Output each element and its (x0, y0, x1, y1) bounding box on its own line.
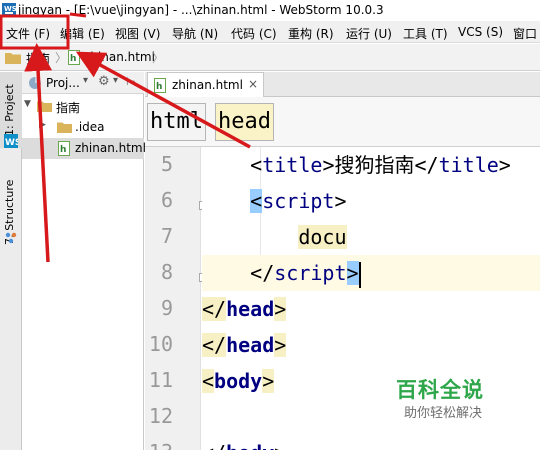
breadcrumb-separator: 〉 (152, 51, 165, 65)
line-number: 8 (160, 260, 173, 284)
code-line-13: </body> (202, 435, 540, 450)
svg-text:h: h (60, 145, 66, 155)
project-toolbar: Proj... ▾ ⚙ ▾ ⊢ (22, 72, 144, 94)
tree-item-html-file[interactable]: h zhinan.html (22, 138, 146, 159)
code-line-9: </head> (202, 297, 287, 321)
menu-window[interactable]: 窗口 (513, 25, 537, 42)
menu-navigate[interactable]: 导航 (N) (172, 25, 218, 42)
menu-file[interactable]: 文件 (F) (6, 25, 50, 42)
menu-bar: 文件 (F) 编辑 (E) 视图 (V) 导航 (N) 代码 (C) 重构 (R… (0, 21, 540, 43)
breadcrumb-folder[interactable]: 指南 (26, 50, 50, 67)
tree-item-idea-folder[interactable]: ▶ .idea (22, 117, 144, 138)
tag-crumb-head[interactable]: head (215, 103, 274, 141)
line-number: 13 (145, 440, 173, 450)
editor-gutter: 5 6 7 8 9 10 11 12 13 (145, 147, 208, 450)
close-tab-icon[interactable]: × (248, 77, 258, 91)
code-line-6: <script> (250, 189, 347, 213)
project-tool-label: 1: Project (3, 84, 16, 136)
html-file-icon: h (58, 141, 70, 159)
code-line-5: <title>搜狗指南</title> (250, 153, 511, 177)
editor-tab-bar: h zhinan.html × (145, 72, 540, 97)
navigation-bar: 指南 〉 h zhinan.html 〉 (0, 44, 540, 71)
line-number: 5 (160, 152, 173, 176)
tree-item-root-folder[interactable]: ▼ 指南 (22, 96, 144, 117)
folder-icon (57, 121, 72, 136)
line-number: 12 (148, 404, 173, 428)
project-view-selector[interactable]: Proj... (46, 76, 80, 90)
code-line-8-current: </script> (202, 255, 540, 291)
html-file-icon: h (68, 50, 80, 68)
expand-arrow-icon[interactable]: ▶ (39, 120, 46, 130)
title-bar: WS jingyan - [E:\vue\jingyan] - ...\zhin… (0, 0, 540, 21)
tree-item-label: zhinan.html (75, 141, 146, 155)
editor-tab-label: zhinan.html (172, 78, 243, 92)
tag-breadcrumb-bar: html head (145, 97, 540, 147)
project-panel: Proj... ▾ ⚙ ▾ ⊢ ▼ 指南 ▶ .idea h zhinan.ht… (22, 72, 146, 450)
webstorm-app-icon: WS (2, 3, 17, 17)
project-view-icon (28, 76, 42, 93)
structure-icon (5, 232, 17, 247)
menu-run[interactable]: 运行 (U) (346, 25, 392, 42)
tree-item-label: .idea (75, 120, 105, 134)
webstorm-ws-icon: WS (4, 134, 21, 151)
hide-panel-icon[interactable]: ⊢ (126, 75, 136, 88)
menu-vcs[interactable]: VCS (S) (458, 25, 503, 39)
tag-crumb-html[interactable]: html (147, 103, 206, 141)
line-number: 11 (148, 368, 173, 392)
editor-tab-zhinan[interactable]: h zhinan.html × (147, 72, 264, 97)
html-file-icon: h (154, 78, 166, 96)
line-number: 9 (160, 296, 173, 320)
line-number: 6 (160, 188, 173, 212)
menu-view[interactable]: 视图 (V) (115, 25, 160, 42)
breadcrumb-file[interactable]: zhinan.html (84, 50, 155, 64)
tool-window-strip: 1: Project WS 7: Structure (0, 72, 22, 450)
code-line-10: </head> (202, 333, 287, 357)
svg-text:WS: WS (5, 138, 18, 148)
folder-icon (5, 51, 21, 67)
tree-item-label: 指南 (56, 101, 81, 115)
svg-text:h: h (70, 54, 76, 64)
watermark-title: 百科全说 (396, 378, 484, 402)
svg-text:h: h (156, 82, 162, 92)
line-number: 7 (160, 224, 173, 248)
watermark-logo: 百科全说 助你轻松解决 (380, 368, 520, 428)
expand-arrow-icon[interactable]: ▼ (24, 99, 31, 109)
menu-edit[interactable]: 编辑 (E) (60, 25, 105, 42)
line-number: 10 (148, 332, 173, 356)
code-line-7: docu (298, 225, 347, 249)
menu-code[interactable]: 代码 (C) (231, 25, 277, 42)
folder-icon (37, 100, 52, 115)
chevron-down-icon[interactable]: ▾ (113, 75, 118, 86)
text-caret (358, 261, 361, 288)
watermark-subtitle: 助你轻松解决 (404, 406, 483, 421)
menu-refactor[interactable]: 重构 (R) (288, 25, 334, 42)
breadcrumb-separator: 〉 (55, 51, 68, 65)
svg-text:WS: WS (4, 5, 16, 13)
gear-icon[interactable]: ⚙ (98, 74, 110, 89)
menu-tools[interactable]: 工具 (T) (403, 25, 448, 42)
window-title: jingyan - [E:\vue\jingyan] - ...\zhinan.… (18, 3, 384, 17)
chevron-down-icon[interactable]: ▾ (83, 75, 88, 86)
